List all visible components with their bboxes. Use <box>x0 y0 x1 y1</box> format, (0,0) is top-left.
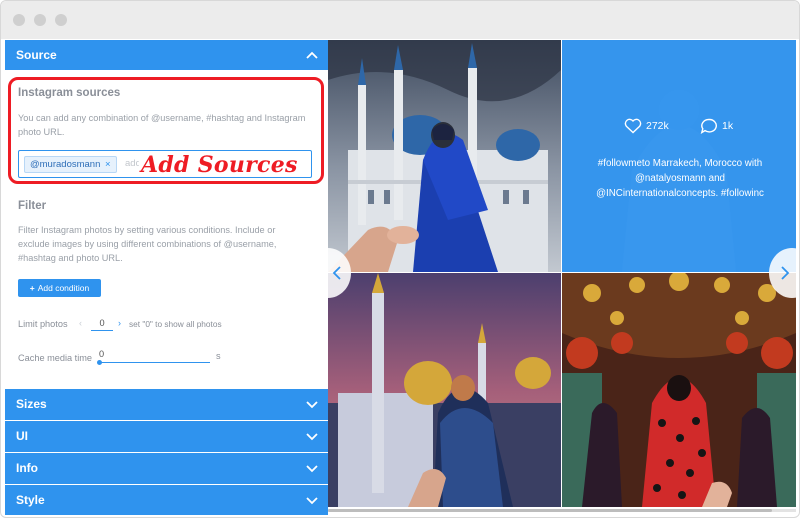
post-stats: 272k 1k <box>562 118 796 138</box>
mosque-photo-image <box>328 40 561 272</box>
window-close-dot[interactable] <box>13 14 25 26</box>
limit-photos-input[interactable]: 0 <box>91 315 113 331</box>
limit-photos-hint: set "0" to show all photos <box>129 319 222 329</box>
comments-value: 1k <box>722 120 734 132</box>
window-titlebar <box>1 1 799 39</box>
source-section-header[interactable]: Source <box>5 40 328 70</box>
cache-media-time-label: Cache media time <box>18 353 93 363</box>
app-window: Source Instagram sources You can add any… <box>0 0 800 518</box>
chevron-right-icon <box>781 266 790 280</box>
heart-icon <box>624 118 642 134</box>
add-condition-button[interactable]: + Add condition <box>18 279 101 297</box>
cache-media-time-slider[interactable] <box>99 362 210 363</box>
sizes-section-header[interactable]: Sizes <box>5 389 328 420</box>
post-hover-overlay: 272k 1k #followmeto Marrakech, Morocco w… <box>562 40 796 272</box>
filter-description: Filter Instagram photos by setting vario… <box>18 225 277 263</box>
increment-icon[interactable]: › <box>118 318 121 328</box>
window-zoom-dot[interactable] <box>55 14 67 26</box>
chevron-down-icon <box>306 497 318 505</box>
filter-title: Filter <box>18 200 47 212</box>
info-section-title: Info <box>16 461 38 475</box>
feed-photo-1[interactable] <box>328 40 561 272</box>
limit-photos-label: Limit photos <box>18 319 68 329</box>
plus-icon: + <box>29 283 35 293</box>
style-section-header[interactable]: Style <box>5 485 328 515</box>
feed-photo-3[interactable] <box>328 273 561 507</box>
cache-media-time-value: 0 <box>99 349 105 359</box>
feed-scrollbar-thumb[interactable] <box>328 509 772 512</box>
settings-sidebar: Source Instagram sources You can add any… <box>5 40 328 515</box>
golden-dome-photo-image <box>328 273 561 507</box>
window-minimize-dot[interactable] <box>34 14 46 26</box>
chevron-down-icon <box>306 465 318 473</box>
likes-value: 272k <box>646 120 669 132</box>
decrement-icon[interactable]: ‹ <box>79 318 82 328</box>
lantern-room-photo-image <box>562 273 796 507</box>
style-section-title: Style <box>16 493 45 507</box>
add-condition-label: Add condition <box>37 283 90 293</box>
chevron-down-icon <box>306 401 318 409</box>
chevron-left-icon <box>332 266 341 280</box>
feed-photo-4[interactable] <box>562 273 796 507</box>
info-section-header[interactable]: Info <box>5 453 328 484</box>
add-sources-annotation: Add Sources <box>139 152 300 178</box>
feed-photo-2[interactable]: 272k 1k #followmeto Marrakech, Morocco w… <box>562 40 796 272</box>
sizes-section-title: Sizes <box>16 397 47 411</box>
chevron-down-icon <box>306 433 318 441</box>
comment-icon <box>700 118 717 134</box>
source-section-title: Source <box>16 48 57 62</box>
ui-section-header[interactable]: UI <box>5 421 328 452</box>
instagram-feed: 272k 1k #followmeto Marrakech, Morocco w… <box>328 40 796 515</box>
cache-slider-thumb[interactable] <box>97 360 102 365</box>
cache-media-time-unit: s <box>216 351 221 361</box>
ui-section-title: UI <box>16 429 28 443</box>
chevron-up-icon <box>306 51 318 59</box>
post-caption: #followmeto Marrakech, Morocco with @nat… <box>596 158 764 199</box>
